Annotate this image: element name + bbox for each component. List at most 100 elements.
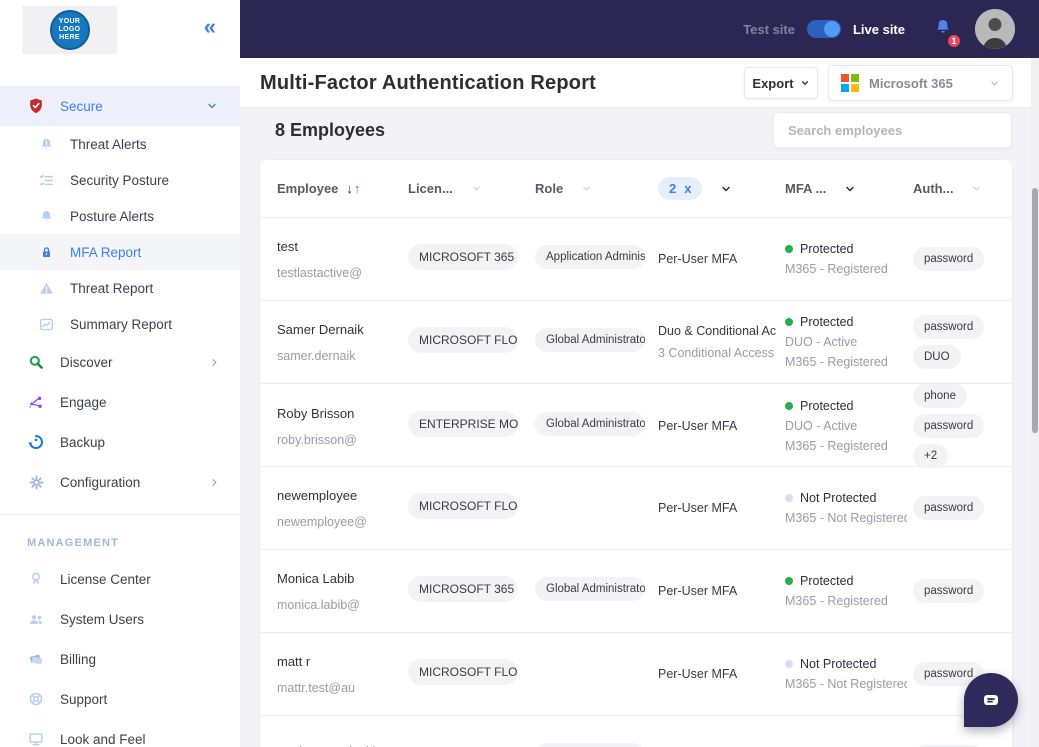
- sidebar-item-security-posture[interactable]: Security Posture: [0, 162, 240, 198]
- chat-widget-button[interactable]: [964, 673, 1018, 727]
- protection-status: Protected: [785, 399, 913, 413]
- column-header-mfa-status[interactable]: MFA ...: [785, 181, 913, 196]
- sidebar-item-discover[interactable]: Discover: [0, 342, 240, 382]
- auth-methods-cell: password: [913, 247, 1012, 271]
- employee-cell: Samer Dernaik samer.dernaik: [277, 322, 408, 363]
- column-label: Auth...: [913, 181, 954, 196]
- role-cell: Global Administrator: [535, 411, 658, 441]
- protection-status: Not Protected: [785, 657, 913, 671]
- lock-icon: [36, 242, 56, 262]
- auth-method-badge: phone: [913, 384, 967, 408]
- backup-sync-icon: [26, 432, 46, 452]
- sidebar-item-look-and-feel[interactable]: Look and Feel: [0, 719, 240, 747]
- mfa-status-cell: Protected DUO - Active M365 - Registered: [785, 399, 913, 453]
- column-header-mfa-type-filter[interactable]: 2 x: [658, 177, 785, 200]
- license-cell: MICROSOFT 365: [408, 243, 535, 275]
- status-detail: M365 - Registered: [785, 439, 888, 453]
- sidebar-item-label: Discover: [60, 354, 113, 370]
- table-row: test testlastactive@ MICROSOFT 365 Appli…: [260, 218, 1012, 301]
- sort-ascending-icon[interactable]: ↑: [354, 181, 361, 196]
- export-button[interactable]: Export: [744, 67, 818, 99]
- sidebar-item-backup[interactable]: Backup: [0, 422, 240, 462]
- sidebar: YOUR LOGO HERE « Secure Threat Alerts Se…: [0, 0, 240, 747]
- status-dot-icon: [785, 245, 793, 253]
- sidebar-item-posture-alerts[interactable]: Posture Alerts: [0, 198, 240, 234]
- sidebar-item-billing[interactable]: Billing: [0, 639, 240, 679]
- bell-icon: [36, 206, 56, 226]
- mfa-type: Duo & Conditional Access: [658, 324, 776, 338]
- status-dot-icon: [785, 577, 793, 585]
- license-badge: MICROSOFT 365: [408, 243, 518, 270]
- sidebar-item-system-users[interactable]: System Users: [0, 599, 240, 639]
- license-cell: MICROSOFT FLOW: [408, 492, 535, 524]
- main-content: 8 Employees Employee ↓ ↑ Licen... Role: [240, 108, 1039, 747]
- sidebar-collapse-icon[interactable]: «: [204, 16, 216, 38]
- tenant-select[interactable]: Microsoft 365: [828, 65, 1013, 101]
- filter-count: 2: [669, 181, 677, 196]
- table-header-row: Employee ↓ ↑ Licen... Role 2 x MFA ... A…: [260, 160, 1012, 218]
- sidebar-item-license-center[interactable]: License Center: [0, 559, 240, 599]
- column-header-employee[interactable]: Employee ↓ ↑: [277, 181, 408, 196]
- toggle-knob: [823, 21, 840, 37]
- notifications-button[interactable]: 1: [933, 17, 962, 49]
- sidebar-item-secure[interactable]: Secure: [0, 86, 240, 126]
- award-icon: [26, 569, 46, 589]
- table-row: Monica Labib monica.labib@ MICROSOFT 365…: [260, 550, 1012, 633]
- column-header-auth-methods[interactable]: Auth...: [913, 181, 1012, 196]
- chevron-down-icon: [989, 78, 1000, 89]
- sidebar-item-threat-alerts[interactable]: Threat Alerts: [0, 126, 240, 162]
- auth-method-badge: +2: [913, 444, 949, 468]
- search-input[interactable]: [773, 112, 1012, 148]
- mfa-type-cell: Duo & Conditional Access 3 Conditional A…: [658, 324, 785, 360]
- chevron-down-icon: [206, 100, 218, 112]
- sidebar-item-label: Security Posture: [70, 172, 170, 188]
- sort-descending-icon[interactable]: ↓: [346, 181, 353, 196]
- chevron-down-icon[interactable]: [720, 183, 732, 195]
- sidebar-item-label: Engage: [60, 394, 107, 410]
- site-toggle[interactable]: [806, 20, 841, 38]
- auth-method-badge: DUO: [913, 345, 961, 369]
- sidebar-item-threat-report[interactable]: Threat Report: [0, 270, 240, 306]
- avatar[interactable]: [975, 9, 1015, 49]
- page-header: Multi-Factor Authentication Report Expor…: [240, 58, 1039, 108]
- filter-chip: 2 x: [658, 177, 703, 200]
- license-badge: MICROSOFT FLOW: [408, 492, 518, 519]
- sidebar-item-label: Threat Alerts: [70, 136, 147, 152]
- employee-cell: newemployee newemployee@: [277, 488, 408, 529]
- license-cell: MICROSOFT FLOW: [408, 326, 535, 358]
- role-cell: Global Administrator: [535, 576, 658, 606]
- status-dot-icon: [785, 402, 793, 410]
- clear-filter-icon[interactable]: x: [684, 181, 691, 196]
- sidebar-item-mfa-report[interactable]: MFA Report: [0, 234, 240, 270]
- employee-cell: Roby Brisson roby.brisson@: [277, 406, 408, 447]
- column-header-role[interactable]: Role: [535, 181, 658, 196]
- sidebar-item-label: Secure: [60, 98, 103, 114]
- employee-email: testlastactive@: [277, 265, 362, 280]
- notification-badge: 1: [946, 32, 962, 49]
- license-cell: ENTERPRISE MOBILITY: [408, 410, 535, 442]
- sidebar-item-engage[interactable]: Engage: [0, 382, 240, 422]
- employee-name: Roby Brisson: [277, 405, 355, 421]
- table-row: Samer Dernaik samer.dernaik MICROSOFT FL…: [260, 301, 1012, 384]
- chevron-down-icon[interactable]: [581, 183, 592, 194]
- employee-name: newemployee: [277, 487, 358, 503]
- sidebar-item-label: License Center: [60, 571, 151, 587]
- chevron-down-icon[interactable]: [471, 183, 482, 194]
- sidebar-item-configuration[interactable]: Configuration: [0, 462, 240, 502]
- table-row: matt r mattr.test@au MICROSOFT FLOW Per-…: [260, 633, 1012, 716]
- chevron-down-icon[interactable]: [971, 183, 982, 194]
- logo-text: YOUR: [58, 18, 81, 25]
- license-badge: MICROSOFT FLOW: [408, 658, 518, 685]
- status-dot-icon: [785, 494, 793, 502]
- chevron-down-icon[interactable]: [844, 183, 856, 195]
- mfa-status-cell: Not Protected M365 - Not Registered: [785, 491, 913, 525]
- column-header-license[interactable]: Licen...: [408, 181, 535, 196]
- status-detail: DUO - Active: [785, 335, 858, 349]
- protection-status: Not Protected: [785, 491, 913, 505]
- scrollbar-thumb[interactable]: [1032, 188, 1038, 433]
- employee-cell: Mariusz Rosinski: [277, 744, 408, 747]
- sidebar-item-label: Posture Alerts: [70, 208, 155, 224]
- sidebar-item-summary-report[interactable]: Summary Report: [0, 306, 240, 342]
- employee-email: samer.dernaik: [277, 348, 356, 363]
- sidebar-item-support[interactable]: Support: [0, 679, 240, 719]
